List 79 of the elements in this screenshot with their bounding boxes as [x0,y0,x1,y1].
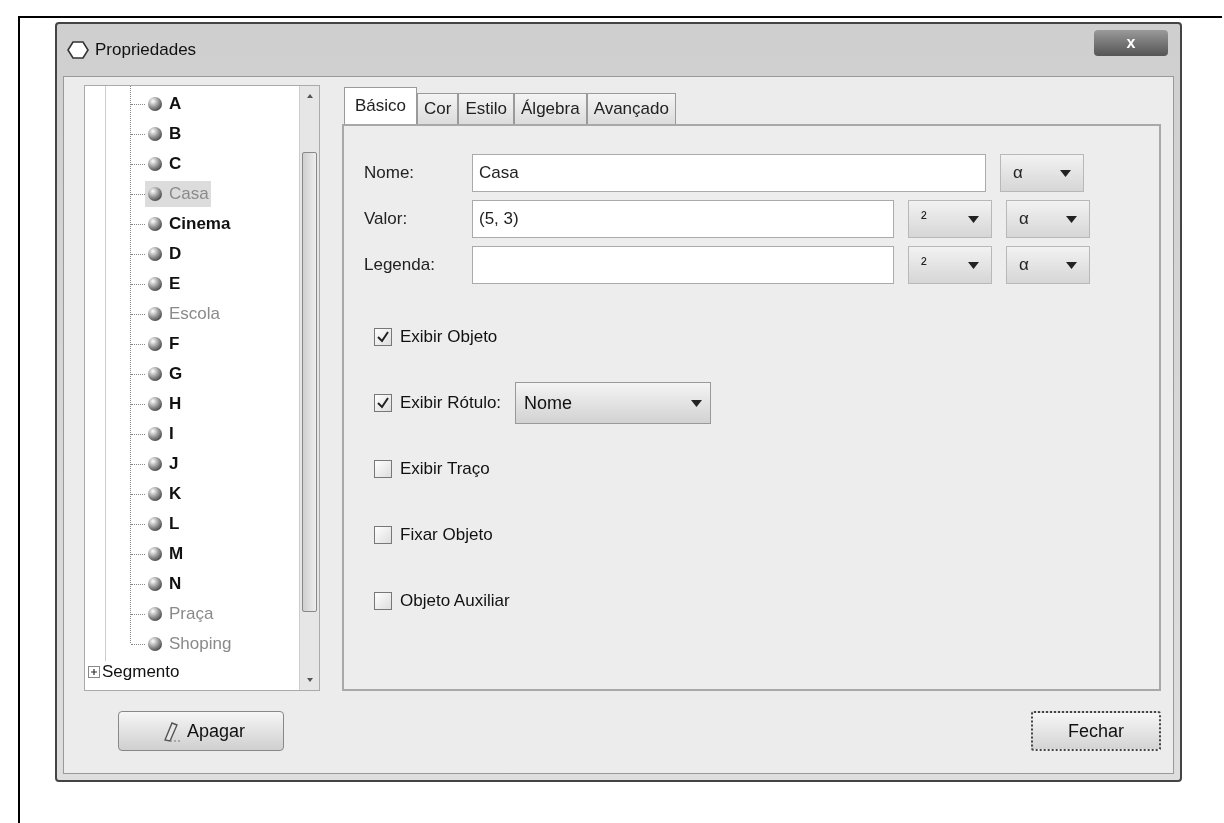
tree-item[interactable]: Praça [145,601,216,627]
symbol-dropdown[interactable]: ² [908,246,992,284]
check-icon [376,330,390,344]
text-field[interactable]: (5, 3) [472,200,894,238]
point-icon [147,126,163,142]
checkbox[interactable] [374,328,392,346]
tree-item[interactable]: E [145,271,183,297]
caret-icon [691,399,703,407]
point-icon [147,156,163,172]
tree-item[interactable]: D [145,241,184,267]
tree-item[interactable]: C [145,151,184,177]
tree-item[interactable]: I [145,421,176,447]
point-icon [147,96,163,112]
tab[interactable]: Cor [417,93,459,125]
point-icon [147,246,163,262]
tree-item[interactable]: M [145,541,186,567]
tree-item[interactable]: A [145,91,184,117]
check-icon [376,396,390,410]
tree-item[interactable]: G [145,361,185,387]
checkbox[interactable] [374,592,392,610]
label-dropdown[interactable]: Nome [515,382,712,424]
point-icon [147,636,163,652]
text-field[interactable]: Casa [472,154,986,192]
tab[interactable]: Avançado [586,93,676,125]
point-icon [147,336,163,352]
symbol-dropdown[interactable]: α [1006,200,1090,238]
tab[interactable]: Álgebra [514,93,587,125]
tree-item[interactable]: J [145,451,181,477]
symbol-dropdown[interactable]: α [1000,154,1084,192]
scrollbar[interactable] [299,86,319,690]
caret-icon [968,215,979,223]
point-icon [147,486,163,502]
point-icon [147,546,163,562]
caret-icon [968,261,979,269]
checkbox[interactable] [374,526,392,544]
tab[interactable]: Estilo [458,93,514,125]
window-title: Propriedades [95,39,197,62]
point-icon [147,426,163,442]
tab[interactable]: Básico [344,87,418,125]
polygon-icon [67,40,89,60]
checkbox-label[interactable]: Objeto Auxiliar [400,588,510,614]
field-label: Nome: [364,162,416,185]
tree-item[interactable]: K [145,481,184,507]
point-icon [147,216,163,232]
tree-item[interactable]: Segmento [102,659,180,685]
expand-icon[interactable] [88,666,100,678]
point-icon [147,576,163,592]
point-icon [147,366,163,382]
caret-icon [1060,169,1071,177]
tree-item[interactable]: Shoping [145,631,234,657]
tree-item[interactable]: Cinema [145,211,233,237]
point-icon [147,456,163,472]
checkbox-label[interactable]: Exibir Objeto [400,324,498,350]
checkbox[interactable] [374,394,392,412]
symbol-dropdown[interactable]: ² [908,200,992,238]
text-field[interactable] [472,246,894,284]
checkbox-label[interactable]: Exibir Traço [400,456,490,482]
symbol-dropdown[interactable]: α [1006,246,1090,284]
field-label: Legenda: [364,254,436,277]
checkbox[interactable] [374,460,392,478]
point-icon [147,396,163,412]
close-button[interactable]: x [1094,30,1168,56]
tree-item[interactable]: L [145,511,182,537]
field-label: Valor: [364,208,409,231]
point-icon [147,606,163,622]
tree-item[interactable]: F [145,331,182,357]
tree-item[interactable]: H [145,391,184,417]
tree-item[interactable]: B [145,121,184,147]
close-dialog-button[interactable]: Fechar [1031,711,1161,751]
caret-icon [1066,215,1077,223]
checkbox-label[interactable]: Exibir Rótulo: [400,390,502,416]
tree-item[interactable]: N [145,571,184,597]
delete-button[interactable]: Apagar [118,711,284,751]
caret-icon [1066,261,1077,269]
point-icon [147,516,163,532]
point-icon [147,186,163,202]
checkbox-label[interactable]: Fixar Objeto [400,522,493,548]
point-icon [147,306,163,322]
point-icon [147,276,163,292]
